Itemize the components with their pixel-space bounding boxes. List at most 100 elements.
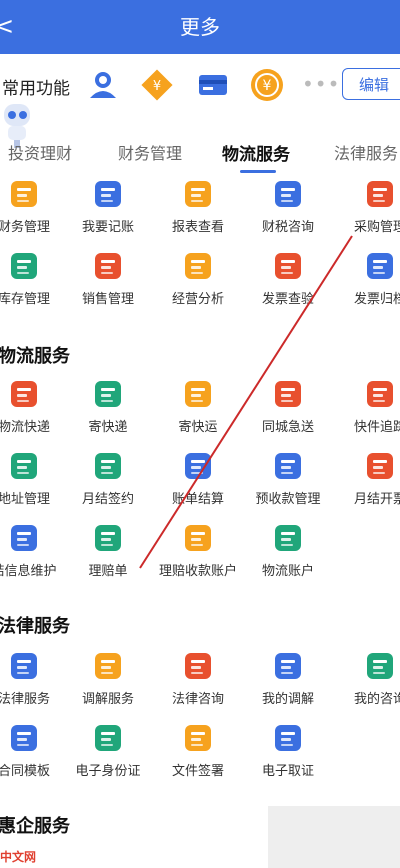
watermark: 中文网 xyxy=(0,850,37,864)
shield-yen-icon xyxy=(92,522,124,554)
invoice-icon xyxy=(272,250,304,282)
grid-item[interactable]: 合同模板 xyxy=(0,722,68,779)
grid-item-label: 物流快递 xyxy=(0,420,50,435)
grid-item[interactable]: 预收款管理 xyxy=(244,450,332,507)
grid-item[interactable]: 寄快运 xyxy=(154,378,242,435)
tab-logistics[interactable]: 物流服务 xyxy=(222,140,290,165)
active-tab-indicator xyxy=(240,170,276,173)
grid-item[interactable]: 物流账户 xyxy=(244,522,332,579)
grid-item-label: 财务管理 xyxy=(0,220,50,235)
grid-item-label: 法律咨询 xyxy=(171,692,224,707)
grid-item-label: 经营分析 xyxy=(171,292,224,307)
grid-item-label: 理赔单 xyxy=(88,564,128,579)
building-icon xyxy=(272,378,304,410)
yen-doc-icon xyxy=(8,178,40,210)
diamond-coin-icon[interactable]: ¥ xyxy=(138,66,176,104)
grid-item-label: 电子取证 xyxy=(261,764,314,779)
grid-item[interactable]: 理赔单 xyxy=(64,522,152,579)
grid-item[interactable]: 结信息维护 xyxy=(0,522,68,579)
grid-item-label: 快件追踪 xyxy=(353,420,400,435)
grid-item-label: 文件签署 xyxy=(171,764,224,779)
edit-button[interactable]: 编辑 xyxy=(342,68,400,100)
grid-item[interactable]: 我要记账 xyxy=(64,178,152,235)
grid-item[interactable]: 账单结算 xyxy=(154,450,242,507)
wallet-icon xyxy=(364,378,396,410)
grid-item[interactable]: 文件签署 xyxy=(154,722,242,779)
grid-item[interactable]: 采购管理 xyxy=(336,178,400,235)
card-icon[interactable] xyxy=(194,66,232,104)
grid-item-label: 月结开票 xyxy=(353,492,400,507)
grid-item[interactable]: 理赔收款账户 xyxy=(154,522,242,579)
grid-item[interactable]: 库存管理 xyxy=(0,250,68,307)
handshake-icon xyxy=(92,450,124,482)
page-title: 更多 xyxy=(180,15,220,39)
section-title-enterprise: 惠企服务 xyxy=(0,816,70,837)
more-dots-icon[interactable]: ••• xyxy=(302,72,340,96)
grid-item-label: 理赔收款账户 xyxy=(158,564,237,579)
grid-item-label: 预收款管理 xyxy=(255,492,321,507)
grid-item[interactable]: 同城急送 xyxy=(244,378,332,435)
grid-item-label: 我的咨询 xyxy=(353,692,400,707)
grid-item[interactable]: 发票查验 xyxy=(244,250,332,307)
grid-item-label: 寄快递 xyxy=(88,420,128,435)
printer-icon xyxy=(364,450,396,482)
grid-item-label: 合同模板 xyxy=(0,764,50,779)
people-icon xyxy=(272,650,304,682)
grid-item-label: 财税咨询 xyxy=(261,220,314,235)
grid-item[interactable]: 月结签约 xyxy=(64,450,152,507)
grid-item-label: 发票查验 xyxy=(261,292,314,307)
grid-item-label: 寄快运 xyxy=(178,420,218,435)
yen-coin-icon[interactable]: ¥ xyxy=(248,66,286,104)
archive-icon xyxy=(364,250,396,282)
grid-item-label: 我要记账 xyxy=(81,220,134,235)
chat-icon xyxy=(182,650,214,682)
grid-item[interactable]: 财税咨询 xyxy=(244,178,332,235)
grid-item[interactable]: 报表查看 xyxy=(154,178,242,235)
bottom-placeholder-panel xyxy=(268,806,400,868)
prepay-icon xyxy=(272,450,304,482)
grid-item[interactable]: 寄快递 xyxy=(64,378,152,435)
grid-item-label: 物流账户 xyxy=(261,564,314,579)
grid-item[interactable]: 我的咨询 xyxy=(336,650,400,707)
grid-item[interactable]: 调解服务 xyxy=(64,650,152,707)
grid-item-label: 调解服务 xyxy=(81,692,134,707)
grid-item[interactable]: 财务管理 xyxy=(0,178,68,235)
grid-item[interactable]: 地址管理 xyxy=(0,450,68,507)
yen-circle-icon xyxy=(272,178,304,210)
grid-item[interactable]: 快件追踪 xyxy=(336,378,400,435)
section-title-legal: 法律服务 xyxy=(0,616,70,637)
grid-item-label: 月结签约 xyxy=(81,492,134,507)
common-functions-bar: 常用功能 ¥ ¥ ••• 编辑 xyxy=(0,58,400,116)
grid-item-label: 结信息维护 xyxy=(0,564,57,579)
grid-item-label: 同城急送 xyxy=(261,420,314,435)
grid-item[interactable]: 月结开票 xyxy=(336,450,400,507)
gavel-icon xyxy=(8,650,40,682)
common-functions-label: 常用功能 xyxy=(2,79,70,99)
category-tabs: 投资理财 财务管理 物流服务 法律服务 xyxy=(0,132,400,173)
grid-item[interactable]: 我的调解 xyxy=(244,650,332,707)
top-nav-bar: < 更多 xyxy=(0,0,400,54)
id-card-icon xyxy=(92,722,124,754)
grid-item[interactable]: 电子身份证 xyxy=(64,722,152,779)
grid-item[interactable]: 电子取证 xyxy=(244,722,332,779)
grid-item[interactable]: 法律服务 xyxy=(0,650,68,707)
tab-finance[interactable]: 财务管理 xyxy=(118,140,182,164)
box-icon xyxy=(92,378,124,410)
sign-icon xyxy=(182,722,214,754)
grid-item[interactable]: 法律咨询 xyxy=(154,650,242,707)
grid-item-label: 地址管理 xyxy=(0,492,50,507)
grid-item[interactable]: 销售管理 xyxy=(64,250,152,307)
grid-item[interactable]: 发票归档 xyxy=(336,250,400,307)
calendar-chart-icon xyxy=(182,250,214,282)
tab-legal[interactable]: 法律服务 xyxy=(334,140,398,164)
person-chat-icon xyxy=(364,650,396,682)
grid-item[interactable]: 经营分析 xyxy=(154,250,242,307)
user-service-icon[interactable] xyxy=(84,66,122,104)
grid-item-label: 账单结算 xyxy=(171,492,224,507)
tab-investment[interactable]: 投资理财 xyxy=(8,140,72,164)
shop-icon xyxy=(92,250,124,282)
grid-item-label: 我的调解 xyxy=(261,692,314,707)
mediation-icon xyxy=(92,650,124,682)
grid-item-label: 电子身份证 xyxy=(75,764,141,779)
grid-item[interactable]: 物流快递 xyxy=(0,378,68,435)
